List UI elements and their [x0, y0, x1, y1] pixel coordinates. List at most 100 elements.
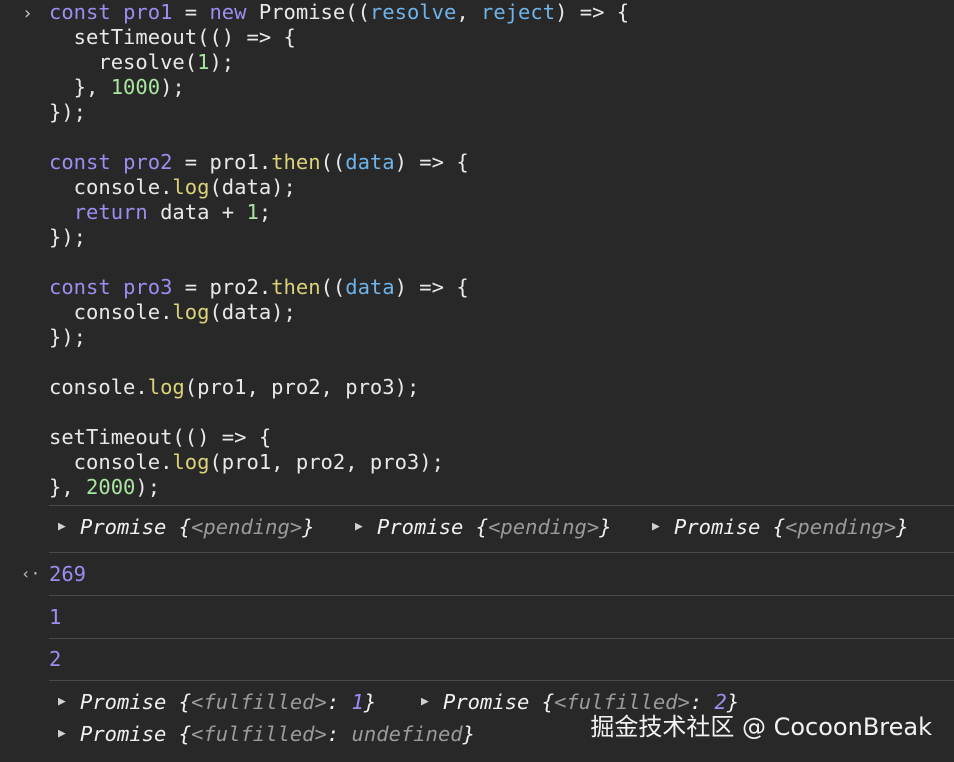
- code-token: );: [209, 50, 235, 74]
- code-line: });: [49, 225, 629, 250]
- code-token: const: [49, 0, 111, 24]
- code-line: setTimeout(() => {: [49, 25, 629, 50]
- expand-triangle-icon[interactable]: ▶: [355, 519, 363, 534]
- code-token: console.: [49, 375, 148, 399]
- code-token: ((: [320, 275, 346, 299]
- code-token: = pro2.: [172, 275, 272, 299]
- code-line: const pro1 = new Promise((resolve, rejec…: [49, 0, 629, 25]
- code-token: data +: [147, 200, 247, 224]
- promise-object-pro3[interactable]: Promise {<fulfilled>: undefined}: [80, 722, 475, 746]
- code-token: );: [160, 75, 185, 99]
- expand-triangle-icon[interactable]: ▶: [58, 726, 66, 741]
- code-token: console.: [49, 300, 173, 324]
- code-line: setTimeout(() => {: [49, 425, 629, 450]
- return-value: 269: [49, 562, 87, 586]
- code-token: console.: [49, 175, 173, 199]
- code-token: },: [49, 475, 87, 499]
- code-token: =: [172, 0, 210, 24]
- promise-state: <pending>: [488, 515, 600, 539]
- log-value-row: 1: [0, 603, 954, 633]
- code-line: return data + 1;: [49, 200, 629, 225]
- expand-triangle-icon[interactable]: ▶: [58, 519, 66, 534]
- code-token: ) => {: [555, 0, 630, 24]
- promise-object-pro1[interactable]: Promise {<pending>}: [80, 515, 315, 539]
- code-token: });: [49, 325, 87, 349]
- class-name: Promise: [80, 722, 167, 746]
- code-token: (data);: [209, 175, 296, 199]
- promise-state: <pending>: [785, 515, 897, 539]
- divider: [49, 505, 954, 506]
- code-token: = pro1.: [172, 150, 272, 174]
- promise-state: <fulfilled>: [191, 690, 327, 714]
- code-line: console.log(pro1, pro2, pro3);: [49, 375, 629, 400]
- divider: [49, 638, 954, 639]
- code-token: log: [172, 450, 210, 474]
- expand-triangle-icon[interactable]: ▶: [652, 519, 660, 534]
- code-token: log: [147, 375, 185, 399]
- class-name: Promise: [443, 690, 530, 714]
- code-token: log: [172, 300, 210, 324]
- code-token: const: [49, 150, 111, 174]
- code-token: (data);: [209, 300, 296, 324]
- code-token: then: [271, 275, 321, 299]
- code-line: resolve(1);: [49, 50, 629, 75]
- log-pending-promises: ▶ Promise {<pending>} ▶ Promise {<pendin…: [0, 515, 954, 547]
- code-token: const: [49, 275, 111, 299]
- code-token: ) => {: [394, 275, 469, 299]
- promise-state: <fulfilled>: [191, 722, 327, 746]
- code-token: ((: [320, 150, 346, 174]
- devtools-console: › const pro1 = new Promise((resolve, rej…: [0, 0, 954, 762]
- watermark: 掘金技术社区 @ CocoonBreak: [590, 713, 932, 741]
- class-name: Promise: [80, 690, 167, 714]
- log-value-row: 2: [0, 645, 954, 675]
- log-value: 1: [49, 605, 62, 629]
- code-token: });: [49, 100, 87, 124]
- code-token: },: [49, 75, 111, 99]
- code-token: ) => {: [394, 150, 469, 174]
- code-block[interactable]: const pro1 = new Promise((resolve, rejec…: [49, 0, 629, 500]
- expand-triangle-icon[interactable]: ▶: [58, 694, 66, 709]
- code-token: return: [73, 200, 148, 224]
- divider: [49, 595, 954, 596]
- class-name: Promise: [377, 515, 464, 539]
- code-token: resolve: [369, 0, 457, 24]
- code-token: Promise((: [246, 0, 370, 24]
- code-line: });: [49, 325, 629, 350]
- expand-triangle-icon[interactable]: ▶: [421, 694, 429, 709]
- code-token: );: [135, 475, 161, 499]
- prompt-chevron-icon: ›: [22, 3, 33, 24]
- promise-value: 1: [351, 690, 364, 714]
- return-value-row: ‹· 269: [0, 560, 954, 590]
- code-line: const pro2 = pro1.then((data) => {: [49, 150, 629, 175]
- code-token: 1: [197, 50, 210, 74]
- code-token: 2000: [86, 475, 136, 499]
- code-token: ;: [258, 200, 272, 224]
- code-token: reject: [481, 0, 556, 24]
- code-token: console.: [49, 450, 173, 474]
- divider: [49, 680, 954, 681]
- code-token: ,: [456, 0, 482, 24]
- class-name: Promise: [80, 515, 167, 539]
- class-name: Promise: [674, 515, 761, 539]
- promise-state: <pending>: [191, 515, 303, 539]
- promise-object-pro1[interactable]: Promise {<fulfilled>: 1}: [80, 690, 376, 714]
- code-line: }, 2000);: [49, 475, 629, 500]
- promise-object-pro3[interactable]: Promise {<pending>}: [674, 515, 909, 539]
- code-token: (pro1, pro2, pro3);: [184, 375, 420, 399]
- code-line: const pro3 = pro2.then((data) => {: [49, 275, 629, 300]
- code-token: data: [345, 275, 395, 299]
- code-token: 1000: [110, 75, 161, 99]
- code-token: pro2: [123, 150, 173, 174]
- return-arrow-icon: ‹·: [21, 564, 41, 583]
- code-token: pro3: [123, 275, 173, 299]
- promise-object-pro2[interactable]: Promise {<pending>}: [377, 515, 612, 539]
- code-token: (pro1, pro2, pro3);: [209, 450, 444, 474]
